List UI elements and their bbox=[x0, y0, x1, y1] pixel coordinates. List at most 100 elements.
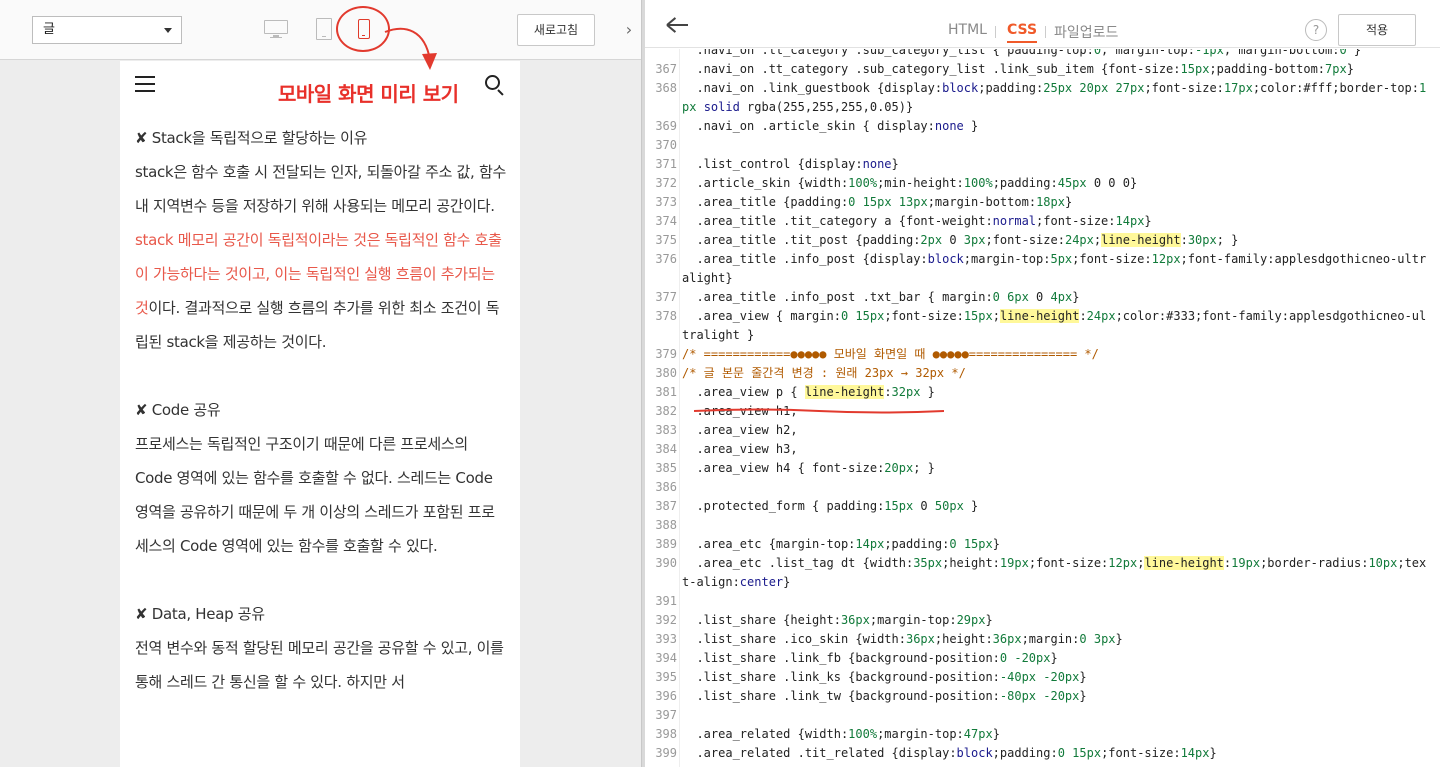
section-heading: ✘ Code 공유 bbox=[135, 401, 221, 419]
code-text: .list_share .link_fb {background-positio… bbox=[682, 651, 1058, 665]
monitor-icon bbox=[264, 20, 288, 34]
paragraph-text: stack은 함수 호출 시 전달되는 인자, 되돌아갈 주소 값, 함수 내 … bbox=[135, 163, 506, 215]
section-heading: ✘ Stack을 독립적으로 할당하는 이유 bbox=[135, 129, 368, 147]
paragraph-text: 이다. 결과적으로 실행 흐름의 추가를 위한 최소 조건이 독립된 stack… bbox=[135, 299, 500, 351]
gutter-border bbox=[679, 49, 680, 767]
paragraph: 프로세스는 독립적인 구조이기 때문에 다른 프로세스의 Code 영역에 있는… bbox=[135, 435, 495, 555]
preview-pane: 글 새로고침 › ✘ Stack을 독립적으로 할당하는 이유 stack은 함… bbox=[0, 0, 641, 767]
code-text: .area_etc .list_tag dt {width:35px;heigh… bbox=[682, 556, 1427, 589]
line-number: 395 bbox=[655, 670, 677, 684]
line-number: 368 bbox=[655, 81, 677, 95]
paragraph: stack은 함수 호출 시 전달되는 인자, 되돌아갈 주소 값, 함수 내 … bbox=[135, 155, 507, 359]
tab-html[interactable]: HTML bbox=[948, 22, 987, 38]
collapse-pane-button[interactable]: › bbox=[619, 19, 639, 41]
arrow-shaft bbox=[668, 24, 688, 26]
line-number: 369 bbox=[655, 119, 677, 133]
code-text: .area_title .info_post {display:block;ma… bbox=[682, 252, 1427, 285]
code-text: .area_view { margin:0 15px;font-size:15p… bbox=[682, 309, 1427, 342]
line-number: 375 bbox=[655, 233, 677, 247]
tab-separator bbox=[1045, 26, 1046, 38]
hamburger-line bbox=[135, 90, 155, 92]
help-button[interactable]: ? bbox=[1305, 19, 1327, 41]
line-number: 381 bbox=[655, 385, 677, 399]
hamburger-line bbox=[135, 83, 155, 85]
code-text: .area_title .info_post .txt_bar { margin… bbox=[682, 290, 1080, 304]
code-text: .area_etc {margin-top:14px;padding:0 15p… bbox=[682, 537, 1000, 551]
code-text: .navi_on .tt_category .sub_category_list… bbox=[682, 62, 1354, 76]
line-number: 372 bbox=[655, 176, 677, 190]
line-number: 394 bbox=[655, 651, 677, 665]
hamburger-line bbox=[135, 76, 155, 78]
tablet-view-button[interactable] bbox=[316, 18, 332, 40]
code-text: .protected_form { padding:15px 0 50px } bbox=[682, 499, 979, 513]
code-text: .list_share {height:36px;margin-top:29px… bbox=[682, 613, 993, 627]
code-text: /* ============●●●●● 모바일 화면일 때 ●●●●●====… bbox=[682, 347, 1099, 361]
line-number: 370 bbox=[655, 138, 677, 152]
code-text: .area_view p { line-height:32px } bbox=[682, 385, 935, 399]
line-number: 379 bbox=[655, 347, 677, 361]
line-number: 386 bbox=[655, 480, 677, 494]
line-number: 377 bbox=[655, 290, 677, 304]
line-number: 391 bbox=[655, 594, 677, 608]
line-number: 399 bbox=[655, 746, 677, 760]
skin-select[interactable]: 글 bbox=[32, 16, 182, 44]
code-text: .area_view h2, bbox=[682, 423, 798, 437]
code-text: .list_share .link_ks {background-positio… bbox=[682, 670, 1087, 684]
line-number: 380 bbox=[655, 366, 677, 380]
line-number: 382 bbox=[655, 404, 677, 418]
line-number: 389 bbox=[655, 537, 677, 551]
line-number: 383 bbox=[655, 423, 677, 437]
code-text: .list_control {display:none} bbox=[682, 157, 899, 171]
line-number: 385 bbox=[655, 461, 677, 475]
preview-toolbar: 글 새로고침 › bbox=[0, 0, 641, 60]
code-text: /* 글 본문 줄간격 변경 : 원래 23px → 32px */ bbox=[682, 366, 966, 380]
code-text: .area_related {width:100%;margin-top:47p… bbox=[682, 727, 1000, 741]
line-number: 378 bbox=[655, 309, 677, 323]
apply-button[interactable]: 적용 bbox=[1338, 14, 1416, 46]
search-icon-ring bbox=[485, 75, 500, 90]
line-number: 398 bbox=[655, 727, 677, 741]
code-text: .navi_on .tt_category .sub_category_list… bbox=[682, 49, 1362, 57]
line-number: 393 bbox=[655, 632, 677, 646]
code-text: .list_share .ico_skin {width:36px;height… bbox=[682, 632, 1123, 646]
code-text: .navi_on .link_guestbook {display:block;… bbox=[682, 81, 1427, 114]
tab-separator bbox=[995, 26, 996, 38]
line-number: 371 bbox=[655, 157, 677, 171]
line-number: 388 bbox=[655, 518, 677, 532]
desktop-view-button[interactable] bbox=[264, 18, 288, 40]
code-text: .article_skin {width:100%;min-height:100… bbox=[682, 176, 1138, 190]
line-number: 387 bbox=[655, 499, 677, 513]
code-text: .area_related .tit_related {display:bloc… bbox=[682, 746, 1217, 760]
code-text: .list_share .link_tw {background-positio… bbox=[682, 689, 1087, 703]
line-number: 397 bbox=[655, 708, 677, 722]
refresh-button[interactable]: 새로고침 bbox=[517, 14, 595, 46]
code-text: .area_title .tit_category a {font-weight… bbox=[682, 214, 1152, 228]
search-icon-handle bbox=[497, 89, 504, 96]
editor-header: HTML CSS 파일업로드 ? 적용 bbox=[645, 0, 1440, 48]
search-icon[interactable] bbox=[485, 75, 505, 96]
line-number: 373 bbox=[655, 195, 677, 209]
annotation-label: 모바일 화면 미리 보기 bbox=[278, 82, 459, 106]
monitor-base bbox=[270, 37, 282, 38]
hamburger-menu-icon[interactable] bbox=[135, 76, 155, 92]
code-text: .area_title {padding:0 15px 13px;margin-… bbox=[682, 195, 1073, 209]
line-number: 374 bbox=[655, 214, 677, 228]
line-number: 384 bbox=[655, 442, 677, 456]
code-text: .area_title .tit_post {padding:2px 0 3px… bbox=[682, 233, 1239, 247]
tab-file-upload[interactable]: 파일업로드 bbox=[1054, 22, 1118, 42]
section-heading: ✘ Data, Heap 공유 bbox=[135, 605, 265, 623]
chevron-down-icon bbox=[164, 28, 172, 33]
back-arrow-icon[interactable] bbox=[666, 17, 689, 33]
line-number: 390 bbox=[655, 556, 677, 570]
annotation-arrow bbox=[384, 27, 437, 70]
line-number: 376 bbox=[655, 252, 677, 266]
paragraph: 전역 변수와 동적 할당된 메모리 공간을 공유할 수 있고, 이를 통해 스레… bbox=[135, 639, 504, 691]
tab-css[interactable]: CSS bbox=[1007, 22, 1038, 43]
code-text: .area_view h3, bbox=[682, 442, 798, 456]
line-number: 367 bbox=[655, 62, 677, 76]
code-text: .navi_on .article_skin { display:none } bbox=[682, 119, 979, 133]
article-body: ✘ Stack을 독립적으로 할당하는 이유 stack은 함수 호출 시 전달… bbox=[135, 121, 507, 699]
mobile-preview: ✘ Stack을 독립적으로 할당하는 이유 stack은 함수 호출 시 전달… bbox=[120, 61, 520, 767]
